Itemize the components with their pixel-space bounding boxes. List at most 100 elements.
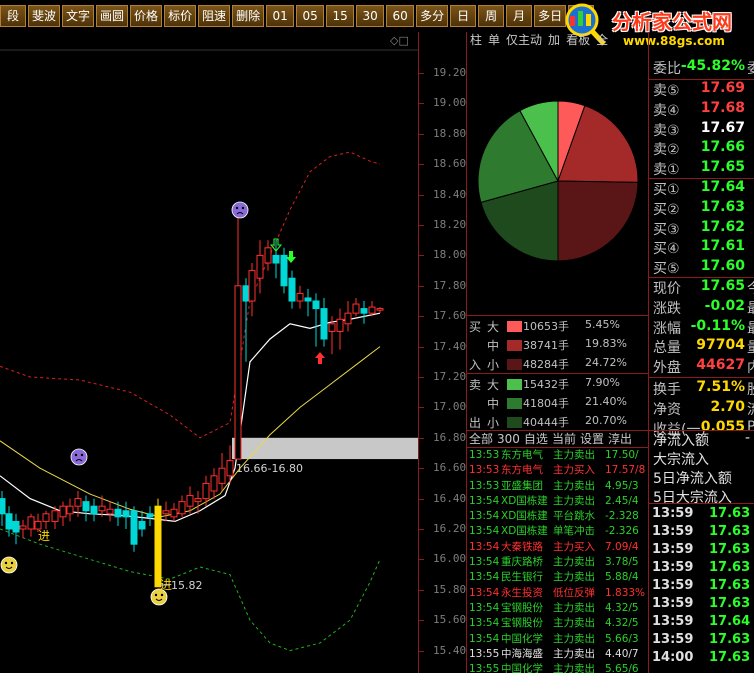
y-tick-mark (419, 103, 424, 105)
tick-tab-3[interactable]: 当前 (550, 431, 578, 447)
alert-row[interactable]: 13:54 XD国栋建 单笔冲击 -2.326 (467, 524, 649, 539)
trade-time: 13:59 (652, 632, 694, 647)
flow-tab-4[interactable]: 看板 (563, 32, 593, 50)
alert-action: 主力买入 (553, 540, 595, 553)
alert-time: 13:54 (469, 601, 500, 614)
toolbar-button-9[interactable]: 05 (296, 5, 325, 27)
toolbar-button-16[interactable]: 月 (506, 5, 533, 27)
y-tick-mark (419, 133, 424, 135)
ask-level: 卖⑤ 17.69 (649, 80, 754, 100)
flow-tab-0[interactable]: 柱 (467, 32, 485, 50)
bid-level: 买③ 17.62 (649, 219, 754, 239)
y-tick-mark (419, 620, 424, 622)
toolbar-button-7[interactable]: 删除 (232, 5, 265, 27)
alert-action: 主力卖出 (553, 449, 595, 461)
quote-stat-label: 涨跌 (653, 300, 681, 317)
smiley-face-icon (0, 556, 18, 574)
alert-row[interactable]: 13:53 亚盛集团 主力卖出 4.95/3 (467, 479, 649, 494)
trade-tick-row: 13:59 17.63 (649, 596, 754, 614)
toolbar-button-10[interactable]: 15 (326, 5, 355, 27)
alert-row[interactable]: 13:53 东方电气 主力卖出 17.50/ (467, 448, 649, 463)
tick-tabs: 全部 300 自选 当前 设置 淳出 (467, 430, 649, 448)
alert-stock-name: 永生投资 (501, 586, 543, 599)
alert-time: 13:54 (469, 586, 500, 599)
y-tick-label: 17.00 (433, 400, 467, 414)
bid-level: 买⑤ 17.60 (649, 258, 754, 278)
tick-tab-5[interactable]: 淳出 (606, 431, 634, 447)
y-tick-mark (419, 225, 424, 226)
alert-action: 主力卖出 (553, 494, 595, 507)
flow-tab-1[interactable]: 单 (485, 32, 503, 50)
trade-tick-row: 13:59 17.64 (649, 614, 754, 632)
quote-stat: 现价 17.65今 (649, 278, 754, 298)
alert-row[interactable]: 13:54 宝钢股份 主力卖出 4.32/5 (467, 616, 649, 631)
alert-time: 13:55 (469, 647, 500, 660)
alert-row[interactable]: 13:54 中国化学 主力卖出 5.66/3 (467, 632, 649, 647)
low-price-label: 15.82 (171, 579, 203, 592)
quote-stat-value: 44627 (696, 357, 745, 374)
alert-action: 平台跳水 (553, 510, 595, 523)
toolbar-button-6[interactable]: 阻速 (198, 5, 231, 27)
y-tick-mark (419, 73, 424, 74)
bid-level-label: 买② (653, 201, 680, 218)
trade-time: 13:59 (652, 506, 694, 521)
alert-row[interactable]: 13:54 XD国栋建 平台跳水 -2.328 (467, 509, 649, 524)
tick-tab-0[interactable]: 全部 (467, 431, 495, 447)
flow-tab-3[interactable]: 加 (545, 32, 563, 50)
alert-action: 主力卖出 (553, 601, 595, 614)
tick-tab-2[interactable]: 自选 (522, 431, 550, 447)
toolbar-button-15[interactable]: 周 (478, 5, 505, 27)
tick-tab-4[interactable]: 设置 (578, 431, 606, 447)
alert-stock-name: 宝钢股份 (501, 601, 543, 614)
flow-percent: 7.90% (585, 376, 620, 389)
quote-stat-value: -0.11% (690, 317, 745, 334)
alert-action: 主力卖出 (553, 571, 595, 584)
bid-level-label: 买⑤ (653, 261, 680, 278)
trade-tick-row: 13:59 17.63 (649, 542, 754, 560)
toolbar-button-0[interactable]: 段 (0, 5, 26, 27)
flow-tab-5[interactable]: 全 (593, 32, 611, 50)
alert-row[interactable]: 13:54 XD国栋建 主力卖出 2.45/4 (467, 494, 649, 509)
candle (248, 263, 256, 317)
alert-row[interactable]: 13:55 中国化学 主力卖出 5.65/6 (467, 662, 649, 673)
toolbar-button-2[interactable]: 文字 (62, 5, 95, 27)
alert-value: 5.66/3 (605, 632, 639, 645)
toolbar-button-14[interactable]: 日 (450, 5, 477, 27)
alert-stock-name: 民生银行 (501, 571, 543, 584)
toolbar-button-12[interactable]: 60 (386, 5, 415, 27)
trade-time: 13:59 (652, 596, 694, 611)
alert-row[interactable]: 13:54 重庆路桥 主力卖出 3.78/5 (467, 555, 649, 570)
tick-tab-1[interactable]: 300 (495, 431, 522, 447)
flow-tab-2[interactable]: 仅主动 (503, 32, 545, 50)
alert-row[interactable]: 13:54 永生投资 低位反弹 1.833% (467, 586, 649, 601)
order-ratio-value: -45.82% (680, 58, 745, 74)
candle (138, 510, 146, 537)
y-tick-label: 19.20 (433, 66, 467, 79)
flow-volume: 41804手 (523, 397, 569, 410)
alert-row[interactable]: 13:55 中海海盛 主力卖出 4.40/7 (467, 647, 649, 662)
toolbar-button-1[interactable]: 斐波 (28, 5, 61, 27)
toolbar-button-5[interactable]: 标价 (164, 5, 197, 27)
toolbar-button-11[interactable]: 30 (356, 5, 385, 27)
quote-stat-clipped-label: 最 (747, 298, 754, 318)
toolbar-button-13[interactable]: 多分 (416, 5, 449, 27)
alert-row[interactable]: 13:54 民生银行 主力卖出 5.88/4 (467, 570, 649, 585)
toolbar-button-8[interactable]: 01 (266, 5, 295, 27)
alert-row[interactable]: 13:54 大秦铁路 主力买入 7.09/4 (467, 540, 649, 555)
quote-stat: 外盘 44627内 (649, 357, 754, 377)
candle (19, 519, 27, 539)
flow-color-swatch (507, 398, 522, 409)
candle (66, 498, 74, 522)
toolbar-button-3[interactable]: 画圆 (96, 5, 129, 27)
flow-color-swatch (507, 321, 522, 332)
toolbar-button-4[interactable]: 价格 (130, 5, 163, 27)
alert-time: 13:54 (469, 510, 500, 523)
kline-chart[interactable]: ◇□ 16.66-16.80 进进 15.82 (0, 32, 418, 673)
bid-level: 买④ 17.61 (649, 238, 754, 258)
alert-stock-name: 中国化学 (501, 663, 543, 673)
candle (122, 501, 130, 529)
flow-color-swatch (507, 359, 522, 370)
alert-row[interactable]: 13:53 东方电气 主力买入 17.57/8 (467, 463, 649, 478)
quote-stat-value: 17.65 (700, 278, 745, 294)
alert-row[interactable]: 13:54 宝钢股份 主力卖出 4.32/5 (467, 601, 649, 616)
